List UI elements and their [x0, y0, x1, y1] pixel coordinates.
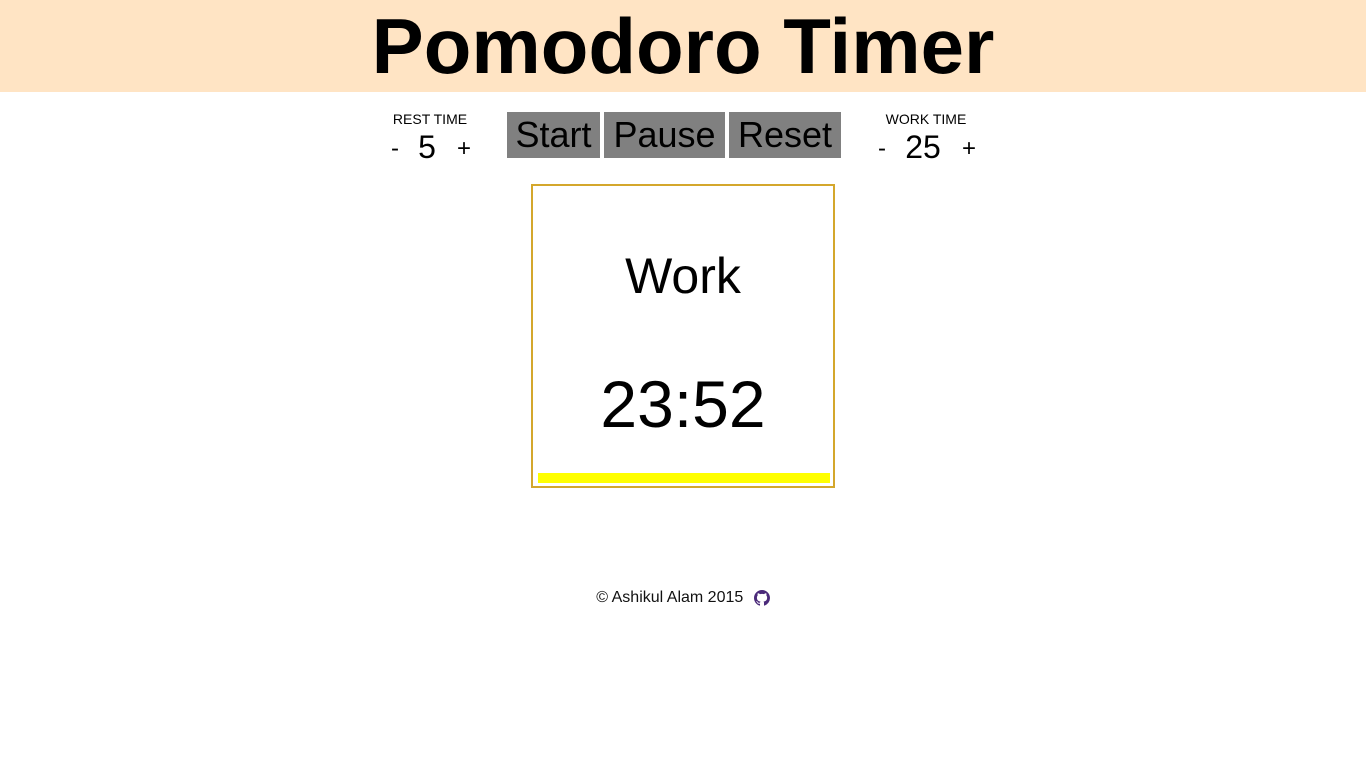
- timer-display: Work 23:52: [531, 184, 835, 488]
- start-button[interactable]: Start: [507, 112, 600, 158]
- timer-mode-label: Work: [625, 248, 741, 304]
- timer-countdown: 23:52: [600, 367, 766, 441]
- work-decrease-button[interactable]: -: [870, 131, 894, 167]
- work-time-value: 25: [905, 129, 941, 165]
- rest-decrease-button[interactable]: -: [383, 131, 407, 167]
- timer-progress-fill: [538, 473, 830, 483]
- rest-time-label: REST TIME: [392, 111, 468, 127]
- page-header: Pomodoro Timer: [0, 0, 1366, 92]
- copyright-text: © Ashikul Alam 2015: [596, 589, 744, 606]
- rest-increase-button[interactable]: +: [452, 131, 476, 167]
- work-time-setting: WORK TIME - 25 +: [866, 111, 986, 165]
- page-title: Pomodoro Timer: [371, 2, 995, 90]
- rest-time-setting: REST TIME - 5 +: [370, 111, 490, 165]
- timer-progress-bar: [538, 473, 830, 483]
- rest-time-value: 5: [418, 129, 436, 165]
- reset-button[interactable]: Reset: [729, 112, 841, 158]
- pause-button[interactable]: Pause: [604, 112, 725, 158]
- work-increase-button[interactable]: +: [957, 131, 981, 167]
- github-icon[interactable]: [753, 589, 770, 606]
- work-time-label: WORK TIME: [885, 111, 967, 127]
- page-footer: © Ashikul Alam 2015: [0, 588, 1366, 608]
